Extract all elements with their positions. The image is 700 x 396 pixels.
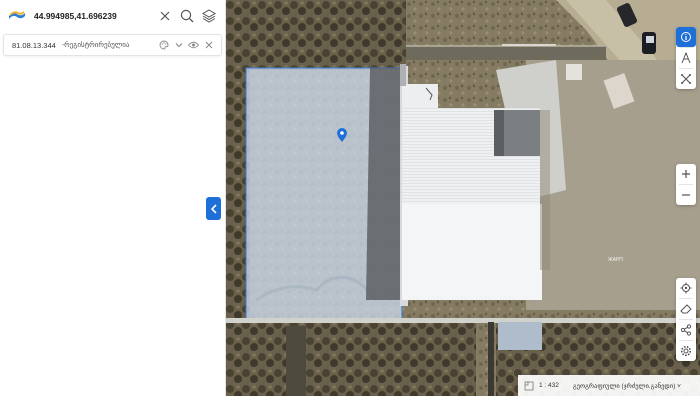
scale-value: 1 : 432 [539, 382, 559, 389]
draw-tool-button[interactable] [676, 48, 696, 68]
settings-button[interactable] [676, 341, 696, 361]
gear-icon [680, 345, 692, 357]
map-tools-panel [676, 27, 696, 89]
chevron-down-icon: ˅ [677, 382, 681, 390]
ruler-cross-icon [681, 74, 691, 84]
search-icon [180, 9, 194, 23]
close-icon [205, 41, 212, 49]
coordinate-system-select[interactable]: გეოგრაფიული (ჯრძელი.განედი) ˅ [573, 382, 694, 390]
zoom-controls [676, 164, 696, 205]
napr-logo-icon [9, 11, 25, 19]
compass-draw-icon [681, 52, 691, 64]
map-status-bar: 1 : 432 გეოგრაფიული (ჯრძელი.განედი) ˅ [518, 375, 700, 396]
parcel-result-item[interactable]: 81.08.13.344 -რეგისტრირებულია [3, 34, 222, 56]
expand-button[interactable] [171, 38, 186, 53]
eraser-button[interactable] [676, 299, 696, 319]
map-actions-panel [676, 278, 696, 361]
measure-tool-button[interactable] [676, 69, 696, 89]
search-bar [0, 0, 225, 32]
map-view[interactable]: ЖАРП [226, 0, 700, 396]
identify-tool-button[interactable] [676, 27, 696, 47]
collapse-panel-button[interactable] [206, 197, 221, 220]
scale-icon [524, 381, 534, 390]
palette-icon [159, 40, 168, 50]
satellite-imagery [226, 0, 700, 396]
coordinate-search-input[interactable] [34, 11, 153, 21]
cadastral-code: 81.08.13.344 [12, 40, 56, 50]
share-icon [680, 324, 692, 336]
visibility-button[interactable] [186, 38, 201, 53]
chevron-left-icon [210, 203, 217, 214]
remove-parcel-button[interactable] [201, 38, 216, 53]
coordinate-system-label: გეოგრაფიული (ჯრძელი.განედი) [572, 382, 676, 390]
locate-me-button[interactable] [676, 278, 696, 298]
minus-icon [682, 194, 690, 196]
close-icon [160, 11, 170, 21]
location-marker-icon[interactable] [337, 128, 347, 142]
eraser-icon [680, 304, 692, 314]
registration-status: -რეგისტრირებულია [61, 42, 130, 49]
chevron-down-icon [175, 43, 182, 48]
info-pin-icon [681, 32, 691, 42]
zoom-out-button[interactable] [676, 185, 696, 205]
share-button[interactable] [676, 320, 696, 340]
style-button[interactable] [156, 38, 171, 53]
zoom-in-button[interactable] [676, 164, 696, 184]
layers-icon [202, 9, 216, 23]
building-label: ЖАРП [608, 257, 623, 263]
search-button[interactable] [177, 6, 197, 26]
layers-button[interactable] [199, 6, 219, 26]
eye-icon [188, 41, 199, 49]
clear-search-button[interactable] [155, 6, 175, 26]
crosshair-icon [680, 282, 692, 294]
side-panel: 81.08.13.344 -რეგისტრირებულია [0, 0, 226, 396]
plus-icon [682, 170, 690, 178]
